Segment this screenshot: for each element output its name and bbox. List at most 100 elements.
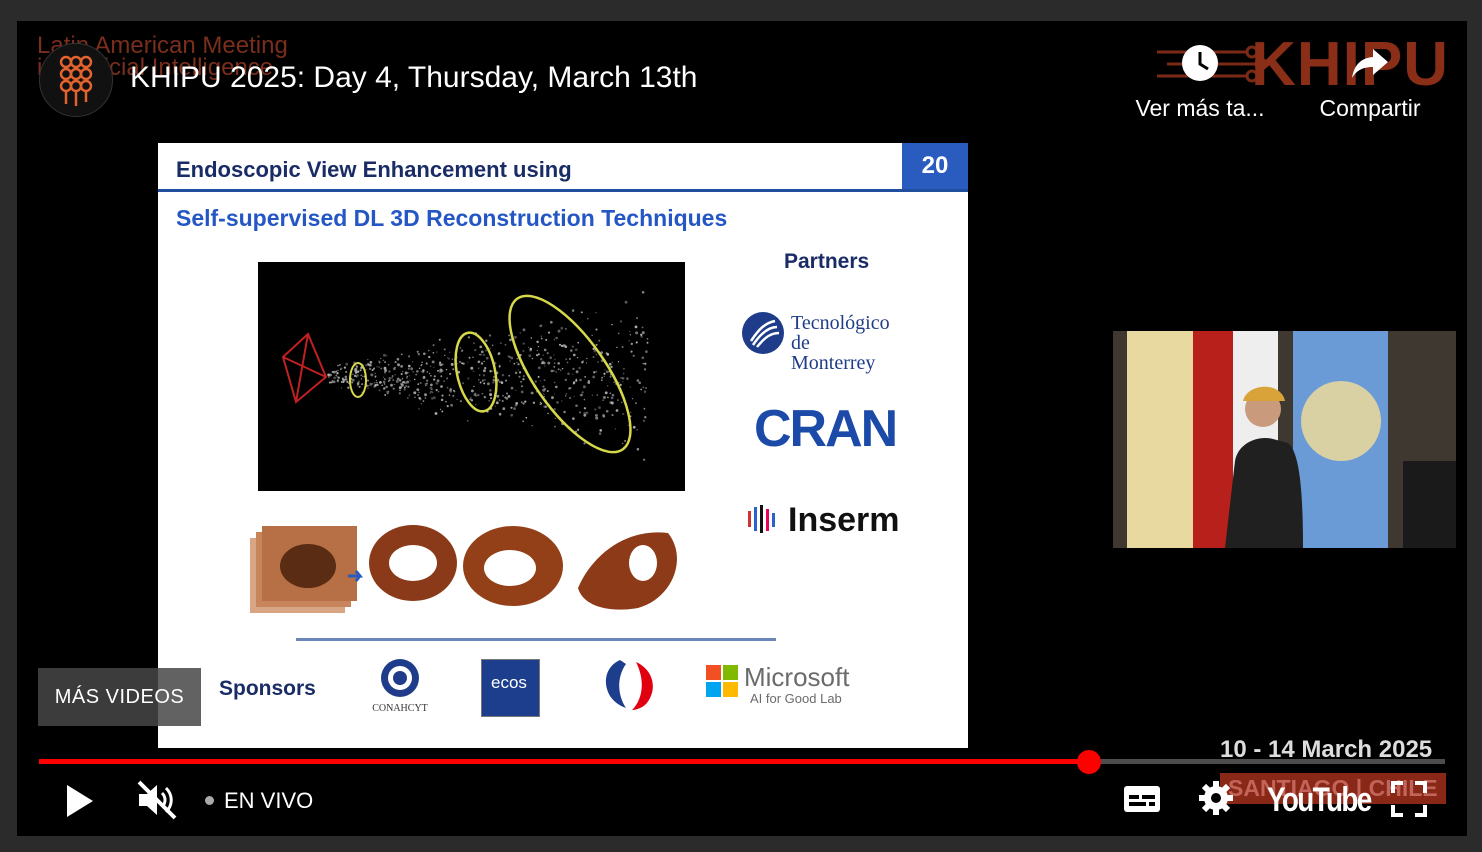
point-cloud-point bbox=[638, 381, 642, 385]
point-cloud-point bbox=[615, 409, 619, 412]
point-cloud-point bbox=[384, 378, 386, 381]
point-cloud-point bbox=[579, 378, 582, 382]
point-cloud-point bbox=[440, 369, 444, 373]
point-cloud-point bbox=[420, 370, 423, 373]
unmute-button[interactable] bbox=[135, 778, 179, 822]
more-videos-button[interactable]: MÁS VIDEOS bbox=[38, 668, 201, 726]
point-cloud-point bbox=[540, 324, 543, 327]
point-cloud-point bbox=[339, 367, 343, 371]
point-cloud-point bbox=[459, 346, 462, 349]
point-cloud-point bbox=[641, 326, 644, 329]
partners-heading: Partners bbox=[784, 250, 870, 273]
point-cloud-point bbox=[405, 376, 408, 379]
point-cloud-point bbox=[392, 379, 395, 381]
video-player[interactable]: Latin American Meeting in Artificial Int… bbox=[17, 21, 1467, 836]
point-cloud-point bbox=[371, 369, 374, 372]
point-cloud-point bbox=[398, 386, 402, 390]
point-cloud-point bbox=[508, 334, 511, 337]
settings-button[interactable] bbox=[1197, 779, 1235, 817]
point-cloud-point bbox=[611, 323, 613, 326]
point-cloud-point bbox=[428, 372, 431, 375]
point-cloud-point bbox=[430, 365, 432, 367]
point-cloud-point bbox=[543, 348, 547, 352]
live-label[interactable]: EN VIVO bbox=[224, 788, 313, 814]
point-cloud-point bbox=[408, 364, 411, 368]
subtitles-button[interactable] bbox=[1123, 783, 1161, 815]
point-cloud-point bbox=[367, 358, 369, 361]
point-cloud-point bbox=[432, 352, 435, 354]
point-cloud-point bbox=[567, 372, 570, 375]
point-cloud-point bbox=[522, 349, 525, 353]
point-cloud-point bbox=[500, 342, 502, 344]
point-cloud-point bbox=[447, 357, 449, 359]
point-cloud-point bbox=[563, 410, 566, 414]
point-cloud-point bbox=[446, 377, 449, 380]
point-cloud-point bbox=[406, 396, 409, 399]
video-title[interactable]: KHIPU 2025: Day 4, Thursday, March 13th bbox=[130, 61, 698, 95]
point-cloud-point bbox=[420, 364, 423, 367]
point-cloud-point bbox=[510, 406, 513, 409]
point-cloud-point bbox=[543, 393, 545, 395]
french-republic-logo-icon bbox=[605, 660, 653, 710]
point-cloud-point bbox=[470, 366, 474, 370]
point-cloud-point bbox=[482, 369, 486, 373]
point-cloud-point bbox=[556, 401, 559, 404]
point-cloud-point bbox=[399, 389, 401, 392]
point-cloud-point bbox=[337, 369, 339, 371]
point-cloud-point bbox=[549, 356, 552, 359]
point-cloud-point bbox=[613, 381, 615, 384]
point-cloud-point bbox=[462, 362, 465, 365]
point-cloud-point bbox=[640, 388, 642, 391]
point-cloud-point bbox=[564, 378, 567, 382]
share-button[interactable]: Compartir bbox=[1285, 43, 1455, 122]
point-cloud-point bbox=[383, 387, 386, 390]
point-cloud-point bbox=[425, 362, 428, 365]
point-cloud-point bbox=[374, 382, 376, 384]
point-cloud-point bbox=[382, 353, 386, 357]
point-cloud-point bbox=[467, 420, 469, 422]
point-cloud-point bbox=[383, 376, 385, 378]
point-cloud-point bbox=[485, 349, 488, 352]
channel-avatar[interactable] bbox=[39, 43, 113, 117]
point-cloud-point bbox=[494, 405, 497, 408]
point-cloud-point bbox=[352, 373, 354, 376]
point-cloud-point bbox=[572, 373, 574, 375]
point-cloud-point bbox=[621, 345, 624, 349]
point-cloud-point bbox=[520, 390, 524, 394]
point-cloud-point bbox=[477, 393, 480, 397]
point-cloud-point bbox=[577, 341, 580, 344]
point-cloud-point bbox=[644, 362, 647, 365]
point-cloud-point bbox=[553, 393, 556, 395]
point-cloud-point bbox=[555, 371, 557, 373]
point-cloud-point bbox=[430, 383, 433, 387]
point-cloud-point bbox=[581, 391, 584, 394]
point-cloud-point bbox=[477, 360, 481, 364]
youtube-logo[interactable]: YouTube bbox=[1267, 781, 1372, 820]
point-cloud-point bbox=[381, 384, 383, 387]
play-button[interactable] bbox=[61, 782, 97, 820]
progress-bar[interactable] bbox=[39, 750, 1445, 774]
point-cloud-point bbox=[520, 380, 523, 383]
point-cloud-point bbox=[492, 370, 494, 372]
point-cloud-point bbox=[646, 341, 649, 344]
fullscreen-button[interactable] bbox=[1391, 781, 1427, 817]
cran-logo: CRAN bbox=[754, 400, 898, 458]
point-cloud-point bbox=[488, 334, 492, 337]
point-cloud-point bbox=[629, 331, 631, 333]
point-cloud-point bbox=[382, 359, 385, 362]
point-cloud-point bbox=[458, 360, 462, 363]
watch-later-button[interactable]: Ver más ta... bbox=[1115, 43, 1285, 122]
point-cloud-image bbox=[258, 262, 685, 491]
scrubber-handle[interactable] bbox=[1077, 750, 1102, 774]
point-cloud-point bbox=[415, 373, 418, 376]
point-cloud-point bbox=[566, 361, 569, 364]
point-cloud-point bbox=[420, 403, 423, 405]
point-cloud-point bbox=[484, 367, 487, 370]
point-cloud-point bbox=[354, 369, 357, 373]
point-cloud-point bbox=[401, 377, 404, 380]
point-cloud-point bbox=[519, 332, 521, 334]
point-cloud-point bbox=[595, 353, 598, 356]
point-cloud-point bbox=[571, 309, 575, 312]
point-cloud-point bbox=[561, 400, 563, 402]
point-cloud-point bbox=[498, 399, 501, 401]
